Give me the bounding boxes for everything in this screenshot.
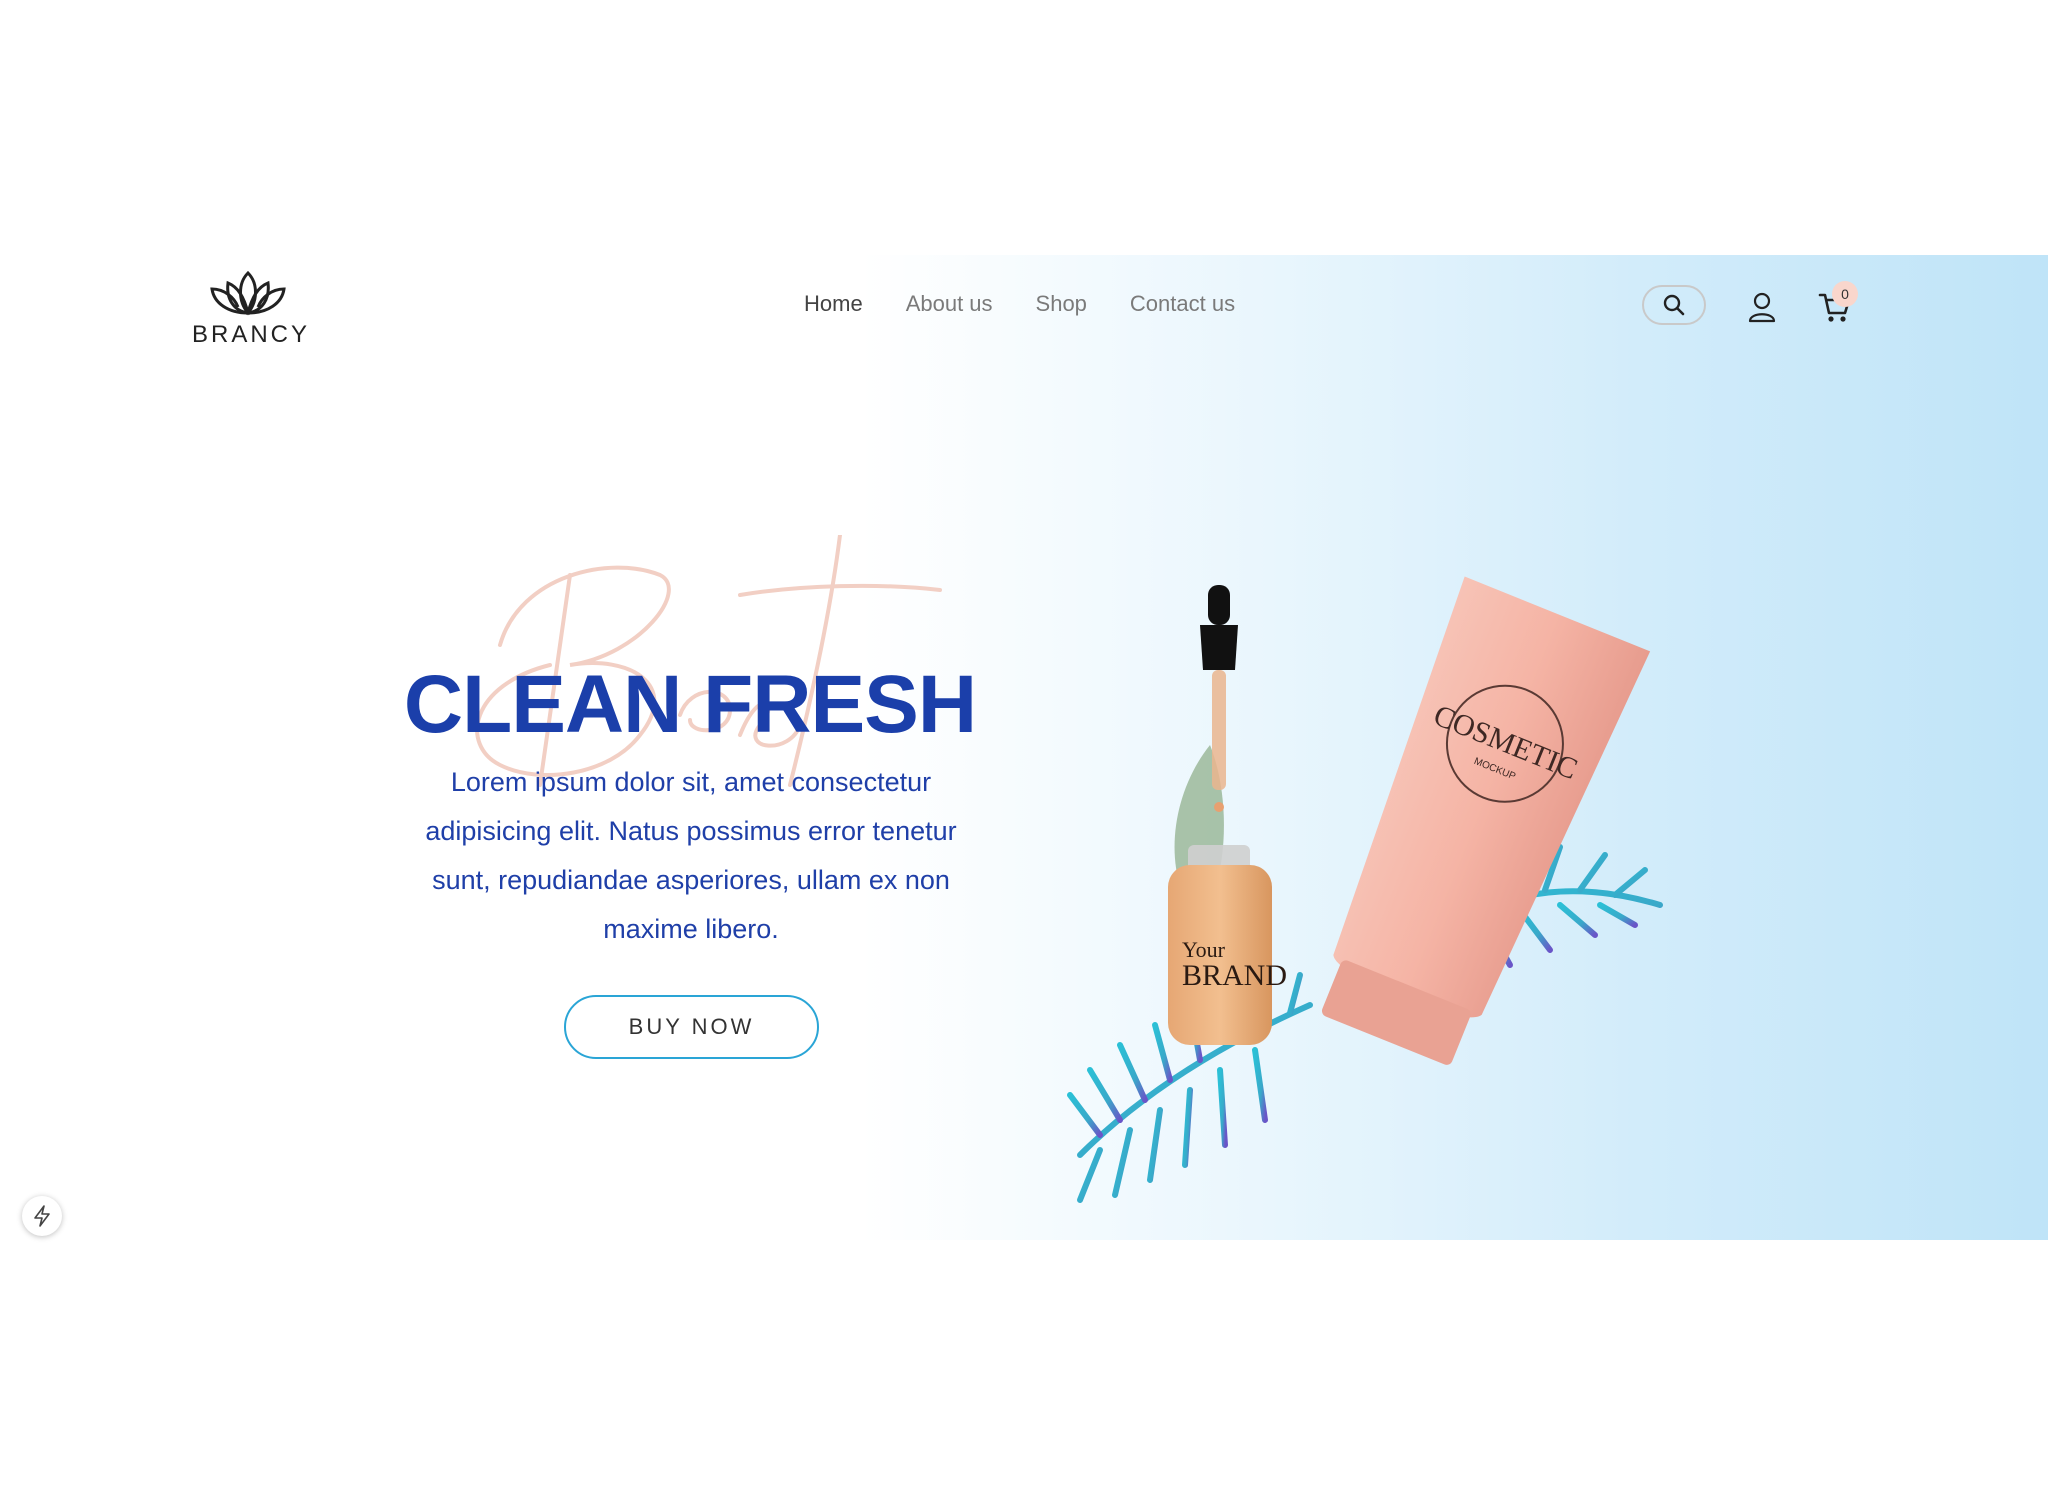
quick-action-button[interactable] <box>22 1196 62 1236</box>
search-icon <box>1663 294 1685 316</box>
cart-count-badge: 0 <box>1832 281 1858 307</box>
lightning-icon <box>34 1205 50 1227</box>
brand-logo[interactable]: BRANCY <box>190 267 310 349</box>
nav-home[interactable]: Home <box>804 291 863 317</box>
hero-description: Lorem ipsum dolor sit, amet consectetur … <box>425 767 957 944</box>
product-image: COSMETIC MOCKUP Your BRAND <box>1067 576 1663 1203</box>
nav-contact-us[interactable]: Contact us <box>1130 291 1235 317</box>
hero-title: CLEAN FRESH <box>403 659 977 750</box>
user-icon <box>1748 292 1776 323</box>
main-nav: Home About us Shop Contact us <box>804 291 1235 317</box>
nav-about-us[interactable]: About us <box>906 291 993 317</box>
bottle-label-main: BRAND <box>1182 959 1287 992</box>
buy-now-button[interactable]: BUY NOW <box>564 995 819 1059</box>
search-button[interactable] <box>1642 285 1706 325</box>
account-button[interactable] <box>1747 291 1777 323</box>
hero-section: BRANCY Home About us Shop Contact us 0 C… <box>0 255 2048 1240</box>
lotus-icon <box>210 270 286 316</box>
logo-text: BRANCY <box>192 321 311 348</box>
nav-shop[interactable]: Shop <box>1036 291 1087 317</box>
